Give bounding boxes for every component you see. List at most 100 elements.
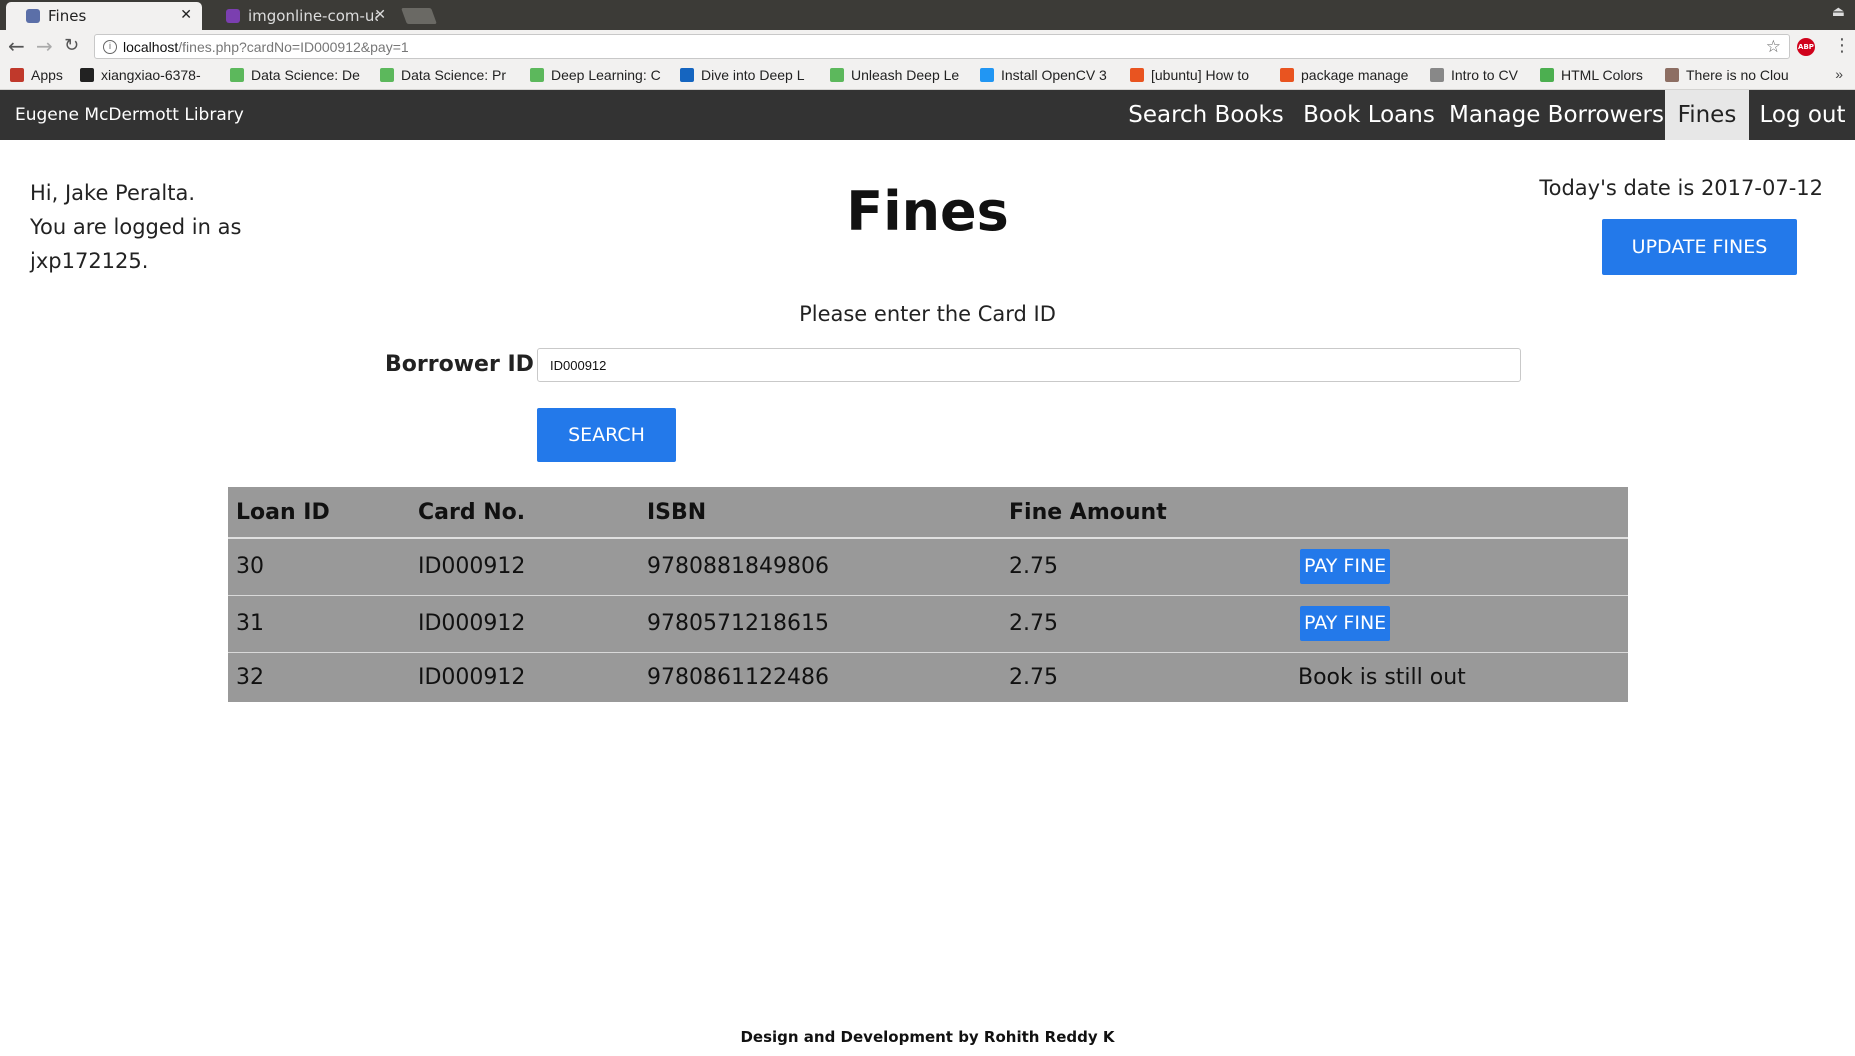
- jpg-favicon-icon: [226, 9, 240, 23]
- bookmark-item[interactable]: Dive into Deep L: [680, 67, 805, 83]
- close-tab-icon[interactable]: ✕: [180, 7, 192, 23]
- pay-fine-button[interactable]: PAY FINE: [1300, 549, 1391, 585]
- browser-tab-imgonline[interactable]: imgonline-com-ua-l ✕: [206, 2, 396, 30]
- bookmark-label: package manage: [1301, 67, 1409, 83]
- column-header: [1288, 487, 1628, 539]
- bookmark-label: Unleash Deep Le: [851, 67, 960, 83]
- bookmark-item[interactable]: Apps: [10, 67, 63, 83]
- askubuntu-icon: [1280, 68, 1294, 82]
- update-fines-button[interactable]: UPDATE FINES: [1602, 219, 1797, 275]
- ubuntu-icon: [1130, 68, 1144, 82]
- main-navbar: Eugene McDermott Library Search Books Bo…: [0, 90, 1855, 140]
- bookmark-label: [ubuntu] How to: [1151, 67, 1250, 83]
- bookmark-label: Install OpenCV 3: [1001, 67, 1107, 83]
- nav-log-out[interactable]: Log out: [1757, 90, 1848, 140]
- github-icon: [80, 68, 94, 82]
- column-header: Card No.: [410, 487, 639, 539]
- forward-arrow-icon[interactable]: →: [36, 35, 53, 57]
- bookmark-item[interactable]: Data Science: Pr: [380, 67, 506, 83]
- fine-amount-cell: 2.75: [1001, 651, 1288, 702]
- action-cell: PAY FINE: [1288, 537, 1628, 595]
- pay-fine-button[interactable]: PAY FINE: [1300, 606, 1391, 641]
- bookmark-item[interactable]: xiangxiao-6378-: [80, 67, 201, 83]
- udemy-icon: [380, 68, 394, 82]
- footer-credit: Design and Development by Rohith Reddy K: [740, 1028, 1115, 1046]
- more-bookmarks-icon[interactable]: »: [1835, 66, 1843, 82]
- table-row: 31 ID000912 9780571218615 2.75 PAY FINE: [228, 594, 1628, 652]
- url-path: /fines.php?cardNo=ID000912&pay=1: [178, 38, 409, 55]
- apps-grid-icon: [10, 68, 24, 82]
- bookmark-item[interactable]: package manage: [1280, 67, 1408, 83]
- bookmark-item[interactable]: There is no Clou: [1665, 67, 1789, 83]
- reload-icon[interactable]: ↻: [64, 35, 79, 57]
- fine-amount-cell: 2.75: [1001, 537, 1288, 595]
- bookmark-label: There is no Clou: [1686, 67, 1789, 83]
- bookmark-label: Data Science: De: [251, 67, 360, 83]
- bookmark-item[interactable]: Install OpenCV 3: [980, 67, 1107, 83]
- close-tab-icon[interactable]: ✕: [374, 7, 386, 23]
- search-button[interactable]: SEARCH: [537, 408, 676, 462]
- nav-manage-borrowers[interactable]: Manage Borrowers: [1449, 90, 1664, 140]
- bookmark-item[interactable]: Intro to CV: [1430, 67, 1518, 83]
- column-header: Fine Amount: [1001, 487, 1288, 539]
- card-no-cell: ID000912: [410, 537, 639, 595]
- tab-title: Fines: [48, 7, 87, 25]
- greeting-line: jxp172125.: [30, 249, 149, 273]
- udemy-icon: [230, 68, 244, 82]
- back-arrow-icon[interactable]: ←: [8, 35, 25, 57]
- udemy-icon: [830, 68, 844, 82]
- loan-id-cell: 31: [228, 594, 410, 652]
- column-header: Loan ID: [228, 487, 410, 539]
- book-out-status: Book is still out: [1298, 664, 1466, 690]
- bookmarks-bar: Apps xiangxiao-6378- Data Science: De Data …: [0, 62, 1855, 90]
- p-circle-icon: [980, 68, 994, 82]
- bookmark-star-icon[interactable]: ☆: [1766, 37, 1781, 57]
- nav-book-loans[interactable]: Book Loans: [1298, 90, 1440, 140]
- bookmark-label: Data Science: Pr: [401, 67, 507, 83]
- table-row: 32 ID000912 9780861122486 2.75 Book is s…: [228, 651, 1628, 702]
- info-icon[interactable]: i: [103, 39, 117, 54]
- card-id-prompt: Please enter the Card ID: [799, 302, 1056, 326]
- loan-id-cell: 30: [228, 537, 410, 595]
- borrower-id-input[interactable]: [537, 348, 1521, 382]
- card-no-cell: ID000912: [410, 594, 639, 652]
- bookmark-item[interactable]: HTML Colors: [1540, 67, 1643, 83]
- cat-icon: [1665, 68, 1679, 82]
- page-favicon-icon: [26, 9, 40, 23]
- bookmark-label: Apps: [31, 67, 63, 83]
- table-row: 30 ID000912 9780881849806 2.75 PAY FINE: [228, 537, 1628, 595]
- isbn-cell: 9780881849806: [639, 537, 1001, 595]
- fines-table: Loan ID Card No. ISBN Fine Amount 30 ID0…: [228, 487, 1628, 702]
- udemy-icon: [530, 68, 544, 82]
- address-bar[interactable]: i localhost /fines.php?cardNo=ID000912&p…: [94, 34, 1790, 59]
- adblock-icon[interactable]: ABP: [1797, 38, 1815, 56]
- colors-icon: [1540, 68, 1554, 82]
- bookmark-item[interactable]: Data Science: De: [230, 67, 360, 83]
- action-cell: PAY FINE: [1288, 594, 1628, 652]
- bookmark-item[interactable]: Unleash Deep Le: [830, 67, 959, 83]
- bookmark-label: HTML Colors: [1561, 67, 1643, 83]
- url-host: localhost: [123, 38, 179, 55]
- bookmark-label: xiangxiao-6378-: [101, 67, 201, 83]
- todays-date: Today's date is 2017-07-12: [1539, 176, 1823, 200]
- browser-toolbar: ← → ↻ i localhost /fines.php?cardNo=ID00…: [0, 30, 1855, 62]
- card-no-cell: ID000912: [410, 651, 639, 702]
- isbn-cell: 9780861122486: [639, 651, 1001, 702]
- nav-fines[interactable]: Fines: [1665, 90, 1749, 140]
- nav-search-books[interactable]: Search Books: [1128, 90, 1284, 140]
- bookmark-item[interactable]: Deep Learning: C: [530, 67, 661, 83]
- browser-menu-icon[interactable]: ⋮: [1833, 35, 1851, 56]
- borrower-id-label: Borrower ID: [385, 352, 534, 377]
- new-tab-button[interactable]: [401, 8, 437, 24]
- fine-amount-cell: 2.75: [1001, 594, 1288, 652]
- column-header: ISBN: [639, 487, 1001, 539]
- folder-icon: [1430, 68, 1444, 82]
- bookmark-label: Intro to CV: [1451, 67, 1518, 83]
- bookmark-item[interactable]: [ubuntu] How to: [1130, 67, 1249, 83]
- library-brand[interactable]: Eugene McDermott Library: [15, 105, 244, 125]
- browser-tab-fines[interactable]: Fines ✕: [6, 2, 202, 30]
- book-icon: [680, 68, 694, 82]
- browser-tab-bar: Fines ✕ imgonline-com-ua-l ✕ ⏏: [0, 0, 1855, 30]
- isbn-cell: 9780571218615: [639, 594, 1001, 652]
- window-user-icon[interactable]: ⏏: [1832, 4, 1845, 20]
